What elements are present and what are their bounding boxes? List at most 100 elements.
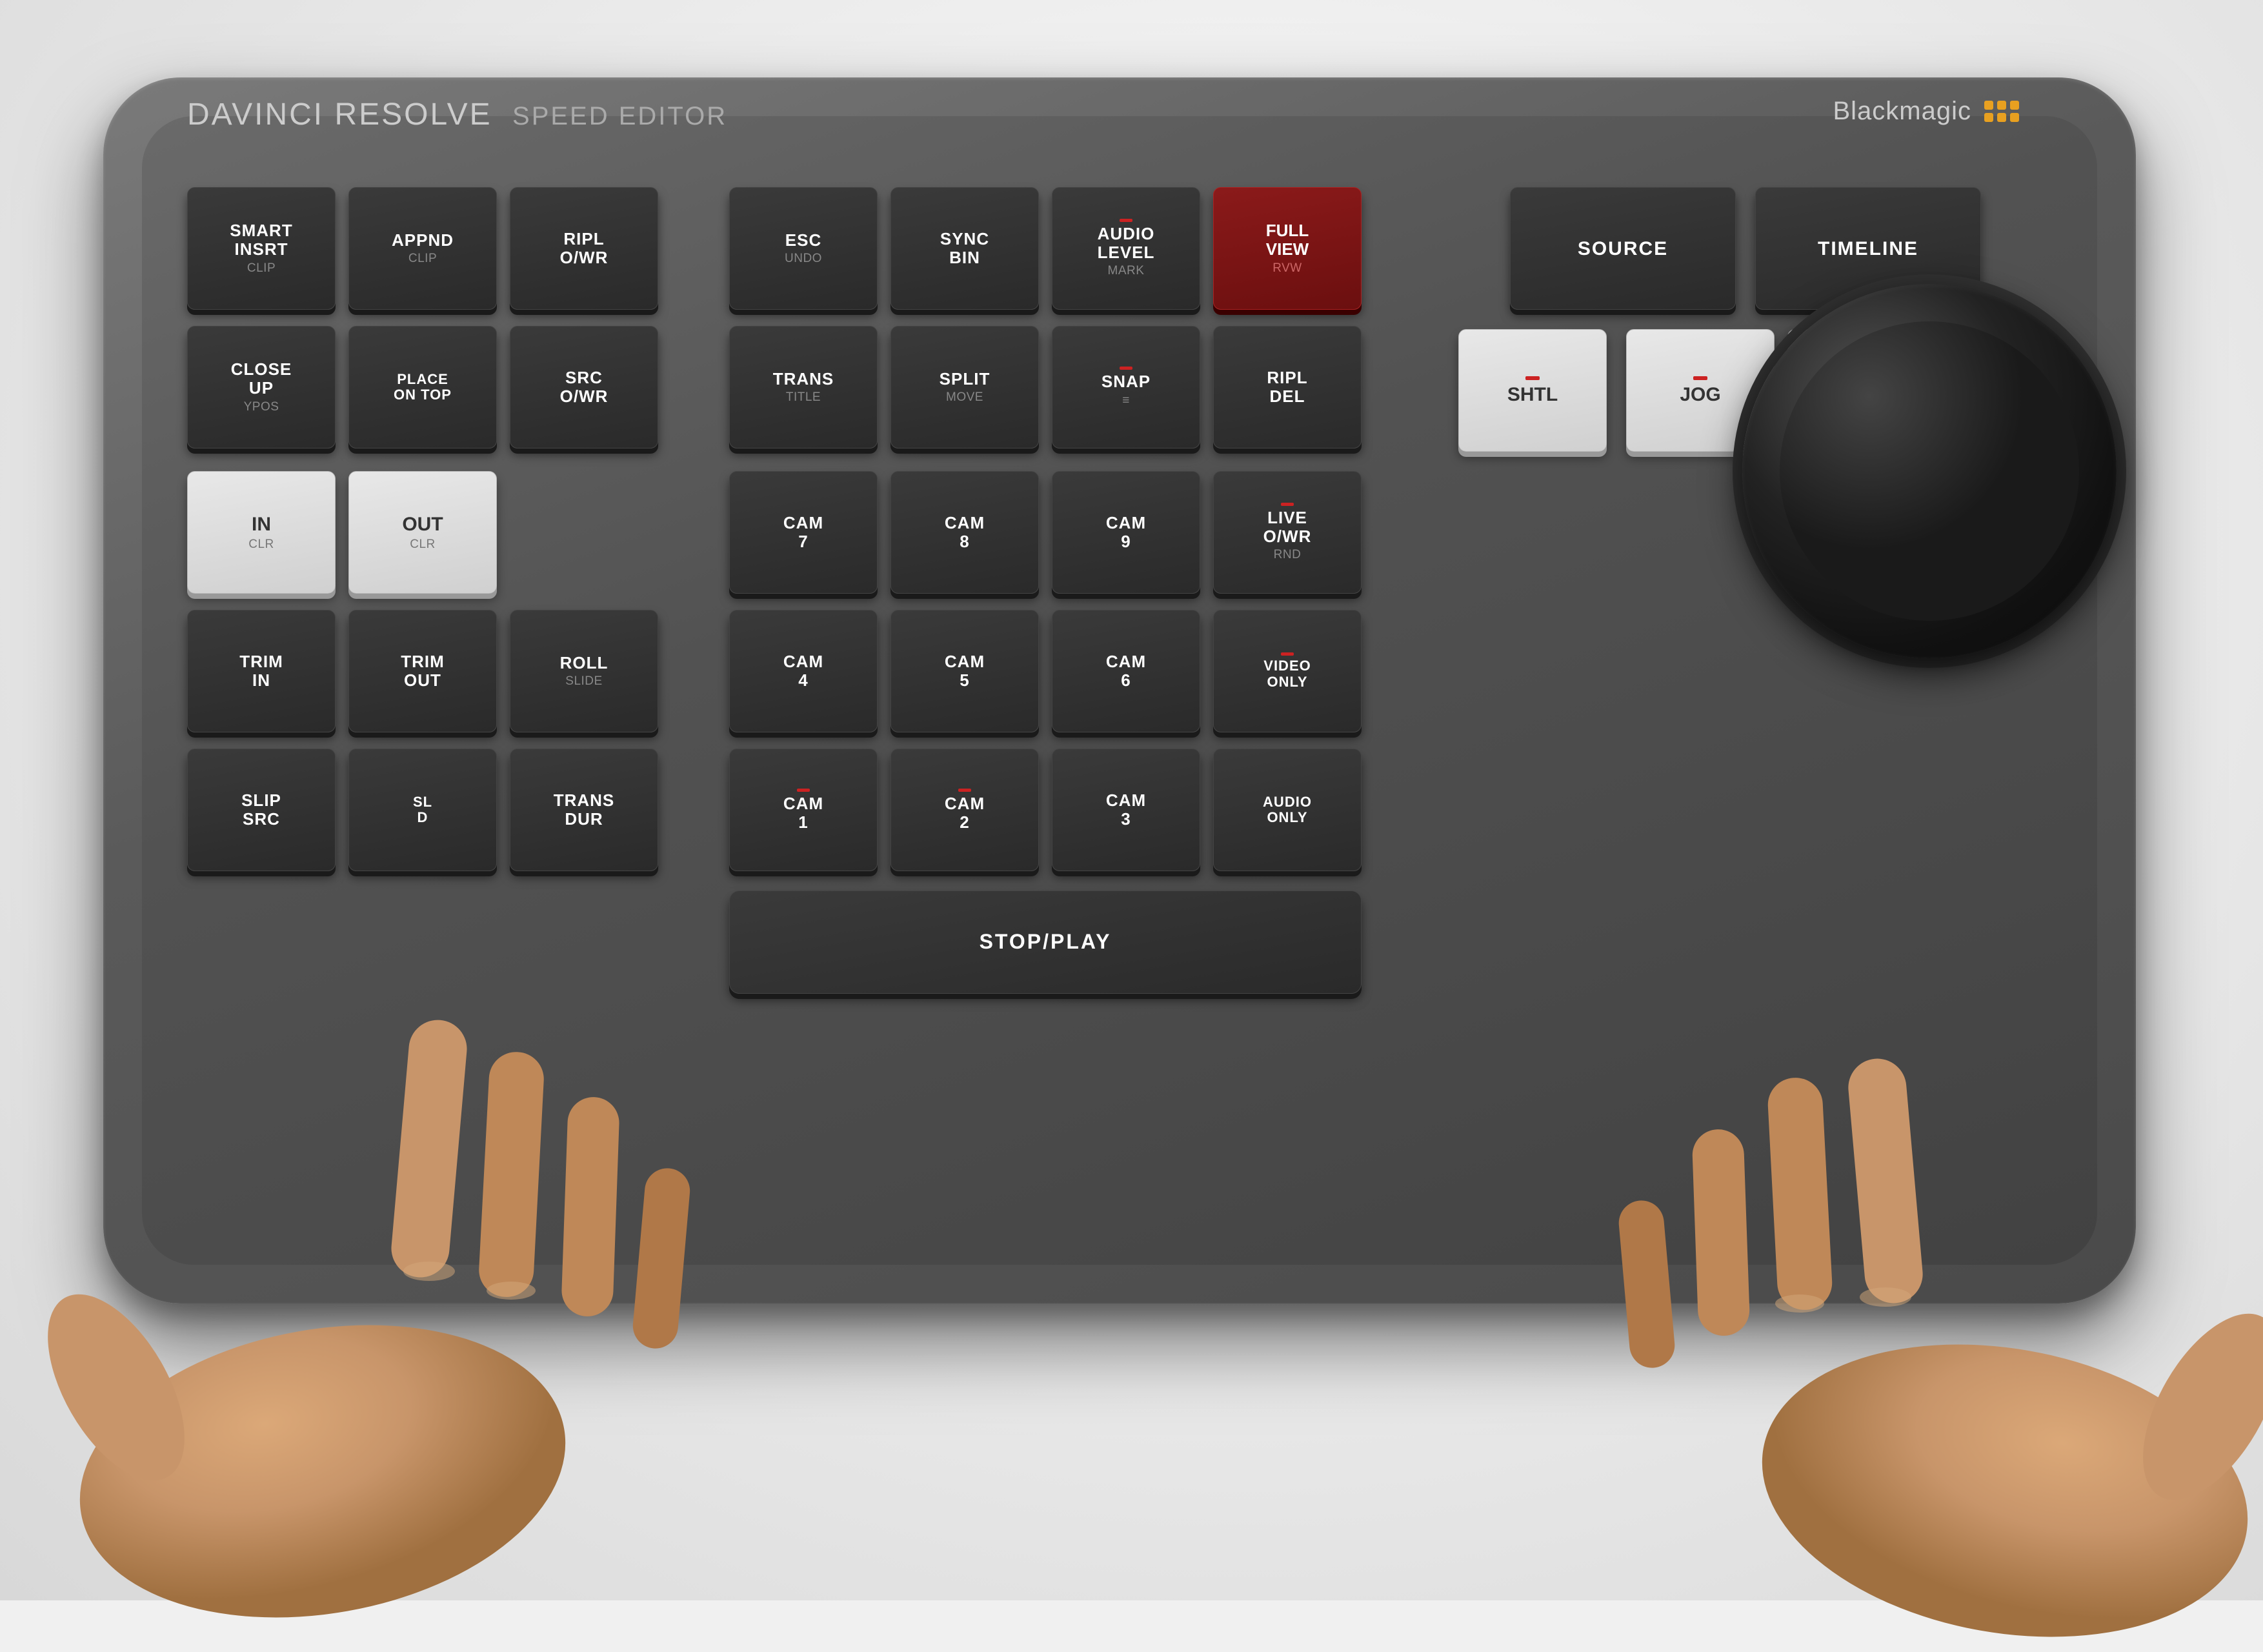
place-on-top-key[interactable]: PLACEON TOP <box>348 326 497 448</box>
cam1-indicator <box>797 789 810 792</box>
in-label: IN <box>252 514 271 535</box>
source-label: SOURCE <box>1578 238 1668 259</box>
snap-label: SNAP <box>1101 372 1151 391</box>
slip-src-label: SLIPSRC <box>241 791 281 828</box>
roll-sublabel: SLIDE <box>565 674 602 689</box>
jog-wheel[interactable] <box>1742 284 2117 658</box>
cam4-key[interactable]: CAM4 <box>729 610 878 732</box>
appnd-label: APPND <box>392 231 454 250</box>
video-only-indicator <box>1281 652 1294 656</box>
trim-in-label: TRIMIN <box>239 652 283 689</box>
model-name: SPEED EDITOR <box>512 102 727 130</box>
cam2-key[interactable]: CAM2 <box>890 749 1039 871</box>
trim-in-key[interactable]: TRIMIN <box>187 610 336 732</box>
src-owr-label: SRCO/WR <box>560 368 608 405</box>
jog-label: JOG <box>1680 384 1720 405</box>
close-up-key[interactable]: CLOSEUP YPOS <box>187 326 336 448</box>
jog-indicator <box>1693 376 1707 380</box>
brand-title: DAVINCI RESOLVE SPEED EDITOR <box>187 97 727 132</box>
live-owr-indicator <box>1281 503 1294 506</box>
timeline-label: TIMELINE <box>1818 238 1918 259</box>
src-owr-key[interactable]: SRCO/WR <box>510 326 658 448</box>
trans-dur-label: TRANSDUR <box>554 791 615 828</box>
ripl-del-label: RIPLDEL <box>1267 368 1307 405</box>
bm-dot-6 <box>2010 113 2019 122</box>
roll-key[interactable]: ROLL SLIDE <box>510 610 658 732</box>
snap-sublabel: ≡ <box>1122 394 1130 408</box>
snap-key[interactable]: SNAP ≡ <box>1052 326 1200 448</box>
esc-key[interactable]: ESC UNDO <box>729 187 878 310</box>
slip-src-key[interactable]: SLIPSRC <box>187 749 336 871</box>
snap-indicator <box>1120 367 1132 370</box>
shtl-key[interactable]: SHTL <box>1458 329 1607 452</box>
split-label: SPLIT <box>940 370 991 388</box>
close-up-label: CLOSEUP <box>231 360 292 397</box>
full-view-sublabel: RVW <box>1272 261 1302 276</box>
video-only-key[interactable]: VIDEOONLY <box>1213 610 1362 732</box>
right-hand <box>1295 878 2263 1652</box>
audio-level-indicator <box>1120 219 1132 222</box>
ripl-del-key[interactable]: RIPLDEL <box>1213 326 1362 448</box>
bm-dot-5 <box>1997 113 2006 122</box>
trans-key[interactable]: TRANS TITLE <box>729 326 878 448</box>
bm-dot-4 <box>1984 113 1993 122</box>
cam9-key[interactable]: CAM9 <box>1052 471 1200 594</box>
cam5-label: CAM5 <box>945 652 985 689</box>
cam3-label: CAM3 <box>1106 791 1146 828</box>
blackmagic-logo: Blackmagic <box>1833 97 2020 126</box>
left-hand <box>0 858 1032 1633</box>
trim-out-key[interactable]: TRIMOUT <box>348 610 497 732</box>
trans-dur-key[interactable]: TRANSDUR <box>510 749 658 871</box>
esc-label: ESC <box>785 231 821 250</box>
cam9-label: CAM9 <box>1106 514 1146 550</box>
full-view-key[interactable]: FULLVIEW RVW <box>1213 187 1362 310</box>
ripl-owr-key[interactable]: RIPLO/WR <box>510 187 658 310</box>
shtl-label: SHTL <box>1507 384 1558 405</box>
audio-level-key[interactable]: AUDIOLEVEL MARK <box>1052 187 1200 310</box>
slip-dest-key[interactable]: SLD <box>348 749 497 871</box>
video-only-label: VIDEOONLY <box>1263 658 1311 689</box>
full-view-label: FULLVIEW <box>1266 221 1309 258</box>
slip-dest-label: SLD <box>413 794 432 825</box>
sync-bin-key[interactable]: SYNCBIN <box>890 187 1039 310</box>
in-sublabel: CLR <box>248 538 274 552</box>
cam7-label: CAM7 <box>783 514 823 550</box>
live-owr-key[interactable]: LIVEO/WR RND <box>1213 471 1362 594</box>
roll-label: ROLL <box>560 654 608 672</box>
close-up-sublabel: YPOS <box>244 400 279 414</box>
audio-only-key[interactable]: AUDIOONLY <box>1213 749 1362 871</box>
jog-inner <box>1780 321 2079 621</box>
scene: DAVINCI RESOLVE SPEED EDITOR Blackmagic … <box>0 0 2263 1600</box>
appnd-sublabel: CLIP <box>408 252 437 266</box>
bm-dot-3 <box>2010 101 2019 110</box>
split-key[interactable]: SPLIT MOVE <box>890 326 1039 448</box>
smart-insrt-key[interactable]: SMARTINSRT CLIP <box>187 187 336 310</box>
esc-sublabel: UNDO <box>785 252 822 266</box>
smart-insrt-label: SMARTINSRT <box>230 221 292 258</box>
brand-area: DAVINCI RESOLVE SPEED EDITOR <box>187 97 727 132</box>
out-key[interactable]: OUT CLR <box>348 471 497 594</box>
cam1-key[interactable]: CAM1 <box>729 749 878 871</box>
cam2-label: CAM2 <box>945 794 985 831</box>
cam8-label: CAM8 <box>945 514 985 550</box>
shtl-indicator <box>1525 376 1540 380</box>
bm-dots <box>1984 101 2020 122</box>
source-key[interactable]: SOURCE <box>1510 187 1736 310</box>
cam6-key[interactable]: CAM6 <box>1052 610 1200 732</box>
smart-insrt-sublabel: CLIP <box>247 261 276 276</box>
in-key[interactable]: IN CLR <box>187 471 336 594</box>
brand-name: DAVINCI RESOLVE <box>187 97 492 132</box>
cam1-label: CAM1 <box>783 794 823 831</box>
cam5-key[interactable]: CAM5 <box>890 610 1039 732</box>
audio-only-label: AUDIOONLY <box>1263 794 1312 825</box>
cam4-label: CAM4 <box>783 652 823 689</box>
bm-dot-1 <box>1984 101 1993 110</box>
trim-out-label: TRIMOUT <box>401 652 445 689</box>
cam2-indicator <box>958 789 971 792</box>
cam8-key[interactable]: CAM8 <box>890 471 1039 594</box>
cam3-key[interactable]: CAM3 <box>1052 749 1200 871</box>
split-sublabel: MOVE <box>946 390 983 405</box>
appnd-key[interactable]: APPND CLIP <box>348 187 497 310</box>
live-owr-sublabel: RND <box>1274 548 1302 562</box>
cam7-key[interactable]: CAM7 <box>729 471 878 594</box>
